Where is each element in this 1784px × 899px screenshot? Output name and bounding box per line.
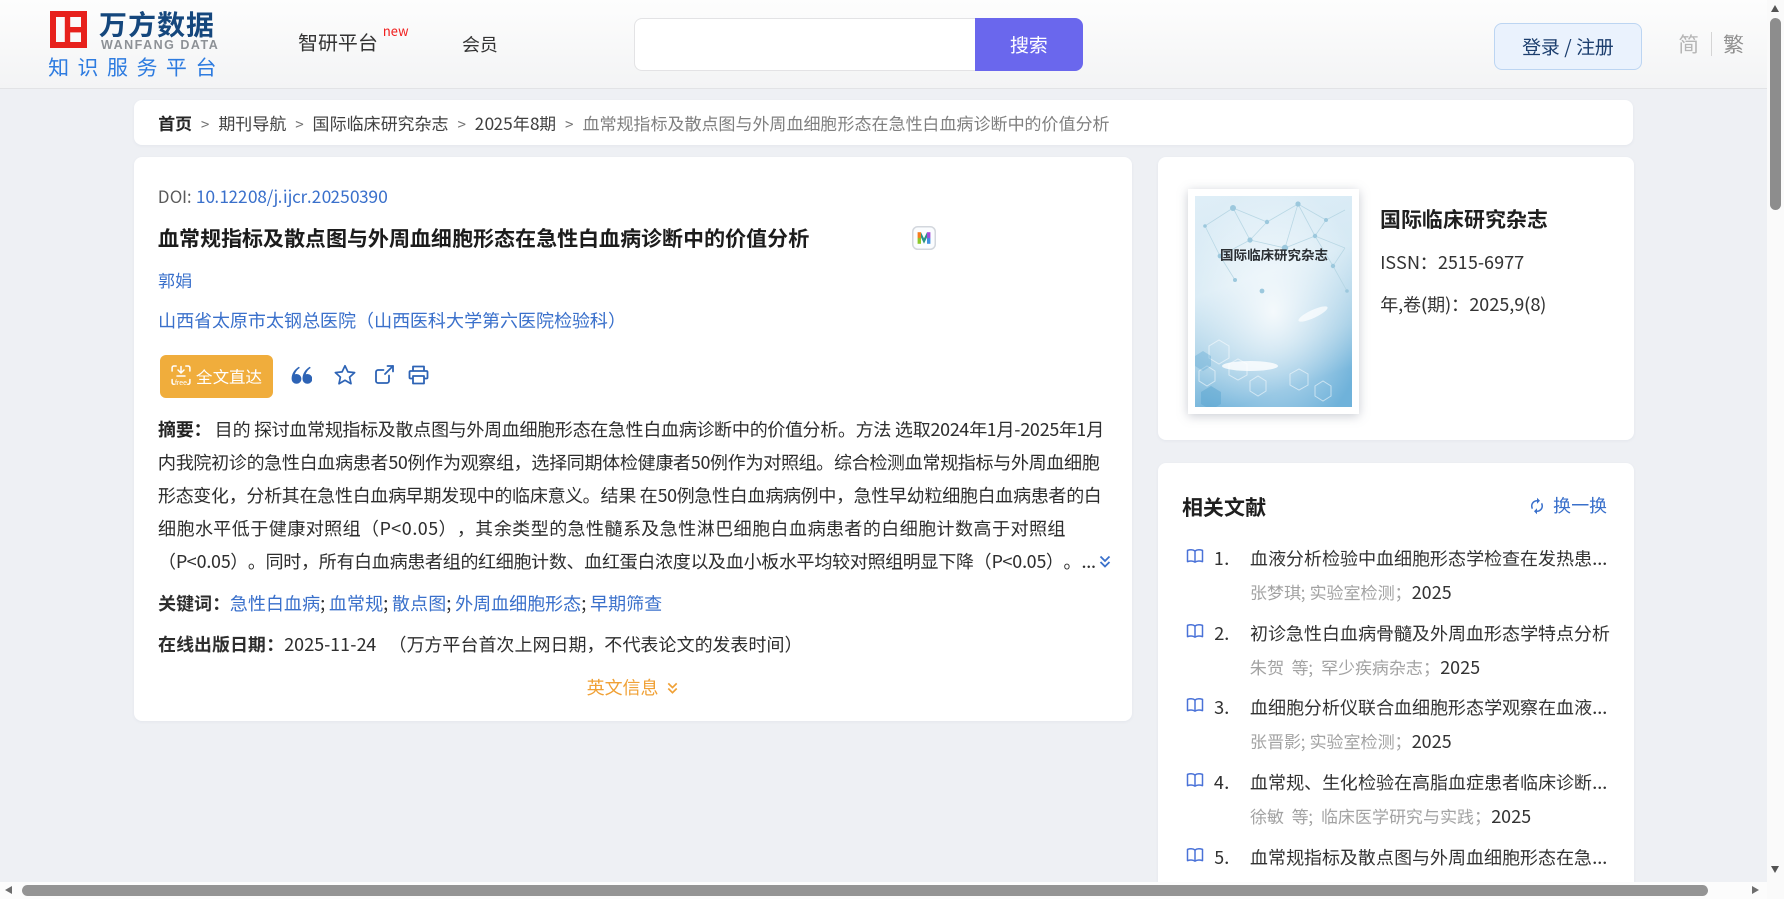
svg-text:国际临床研究杂志: 国际临床研究杂志	[1220, 244, 1328, 264]
svg-text:free: free	[175, 380, 187, 386]
